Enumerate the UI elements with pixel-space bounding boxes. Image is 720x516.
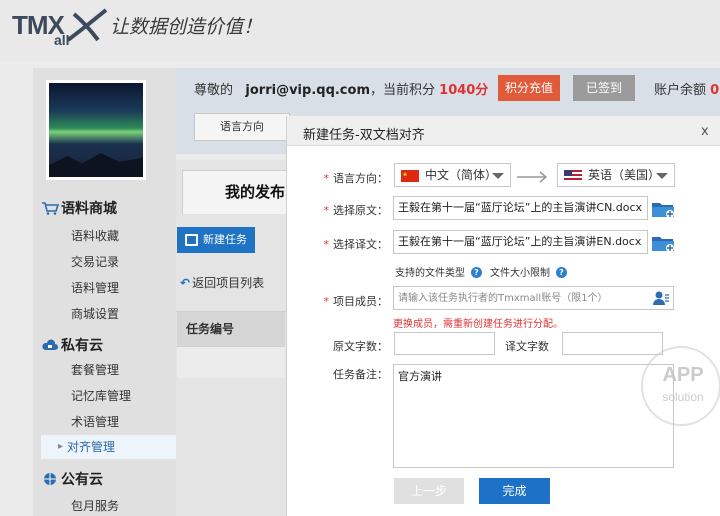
file-size-hint[interactable]: 文件大小限制? (490, 264, 567, 279)
source-count-label: 原文字数： (333, 340, 388, 353)
target-count-label: 译文字数 (505, 340, 549, 353)
logo-swoosh-icon (66, 8, 108, 42)
file-types-hint[interactable]: 支持的文件类型? (395, 264, 482, 279)
sidebar-item-plan-management[interactable]: 套餐管理 (71, 361, 119, 378)
target-doc-field[interactable]: 王毅在第十一届“蓝厅论坛”上的主旨演讲EN.docx (393, 230, 648, 254)
sidebar-section-private-cloud[interactable]: 私有云 (41, 335, 103, 355)
tmxmall-logo[interactable]: TMX all (12, 6, 108, 54)
folder-upload-icon[interactable] (651, 233, 675, 253)
greeting: 尊敬的 jorri@vip.qq.com，当前积分 1040分 (194, 83, 489, 98)
notes-label: 任务备注： (333, 368, 388, 381)
slogan: 让数据创造价值！ (110, 16, 263, 38)
signed-in-button[interactable]: 已签到 (573, 75, 635, 101)
direction-arrow-icon (517, 171, 548, 183)
target-word-count-field[interactable] (562, 332, 663, 355)
avatar[interactable] (46, 80, 146, 180)
cloud-lock-icon (42, 339, 58, 350)
tab-my-publications[interactable]: 我的发布 (182, 170, 292, 214)
cart-icon (42, 202, 59, 215)
member-field[interactable] (393, 286, 674, 310)
new-task-modal: 新建任务-双文档对齐 x * 语言方向： 中文（简体） 英语（美国） * 选择原文：… (286, 116, 720, 516)
source-doc-label: * 选择原文： (323, 204, 389, 217)
done-button[interactable]: 完成 (479, 478, 550, 504)
top-bar: TMX all 让数据创造价值！ (0, 0, 720, 62)
back-arrow-icon: ↶ (180, 276, 191, 290)
app-solution-watermark: APP solution (641, 346, 720, 426)
sidebar-item-term-management[interactable]: 术语管理 (71, 413, 119, 430)
sidebar-item-monthly-service[interactable]: 包月服务 (71, 497, 119, 514)
sidebar-item-corpus-management[interactable]: 语料管理 (71, 279, 119, 296)
member-input[interactable] (398, 290, 648, 306)
language-direction-tab[interactable]: 语言方向 (194, 113, 290, 141)
sidebar-item-transactions[interactable]: 交易记录 (71, 253, 119, 270)
logo-sub-text: all (54, 32, 70, 48)
points-value: 1040分 (439, 83, 489, 98)
china-flag-icon (401, 170, 419, 182)
new-task-button[interactable]: 新建任务 (177, 227, 255, 253)
us-flag-icon (564, 170, 582, 182)
sidebar-section-corpus-mall[interactable]: 语料商城 (41, 198, 117, 218)
modal-header: 新建任务-双文档对齐 x (287, 116, 720, 146)
help-icon[interactable]: ? (471, 267, 482, 278)
sidebar: 语料商城 语料收藏 交易记录 语料管理 商城设置 私有云 套餐管理 记忆库管理 … (33, 68, 176, 516)
table-header-task-id: 任务编号 (177, 312, 285, 346)
user-email: jorri@vip.qq.com (245, 83, 370, 98)
add-user-icon[interactable] (652, 290, 670, 306)
new-task-icon (185, 234, 198, 246)
sidebar-item-alignment-management[interactable]: 对齐管理 (41, 435, 176, 459)
member-warning: 更换成员，需重新创建任务进行分配。 (393, 319, 563, 330)
member-label: * 项目成员： (323, 295, 389, 308)
sidebar-item-tm-management[interactable]: 记忆库管理 (71, 387, 131, 404)
previous-step-button[interactable]: 上一步 (394, 478, 464, 504)
folder-upload-icon[interactable] (651, 199, 675, 219)
sidebar-section-public-cloud[interactable]: 公有云 (41, 469, 103, 489)
source-doc-field[interactable]: 王毅在第十一届“蓝厅论坛”上的主旨演讲CN.docx (393, 196, 648, 220)
account-balance: 账户余额 0 (654, 83, 720, 98)
balance-value: 0 (710, 83, 720, 98)
sidebar-item-corpus-favorites[interactable]: 语料收藏 (71, 227, 119, 244)
modal-title: 新建任务-双文档对齐 (303, 128, 425, 143)
notes-textarea[interactable]: 官方演讲 (393, 364, 674, 468)
target-language-select[interactable]: 英语（美国） (557, 163, 675, 187)
chevron-down-icon (656, 173, 668, 179)
back-to-projects-link[interactable]: ↶ 返回项目列表 (180, 274, 264, 291)
table-row (177, 346, 285, 378)
target-doc-label: * 选择译文： (323, 238, 389, 251)
recharge-points-button[interactable]: 积分充值 (498, 75, 560, 101)
help-icon[interactable]: ? (556, 267, 567, 278)
sidebar-item-mall-settings[interactable]: 商城设置 (71, 305, 119, 322)
source-language-select[interactable]: 中文（简体） (394, 163, 511, 187)
chevron-down-icon (492, 173, 504, 179)
language-direction-label: * 语言方向： (323, 172, 389, 185)
close-icon[interactable]: x (701, 124, 709, 139)
globe-icon (44, 473, 56, 485)
